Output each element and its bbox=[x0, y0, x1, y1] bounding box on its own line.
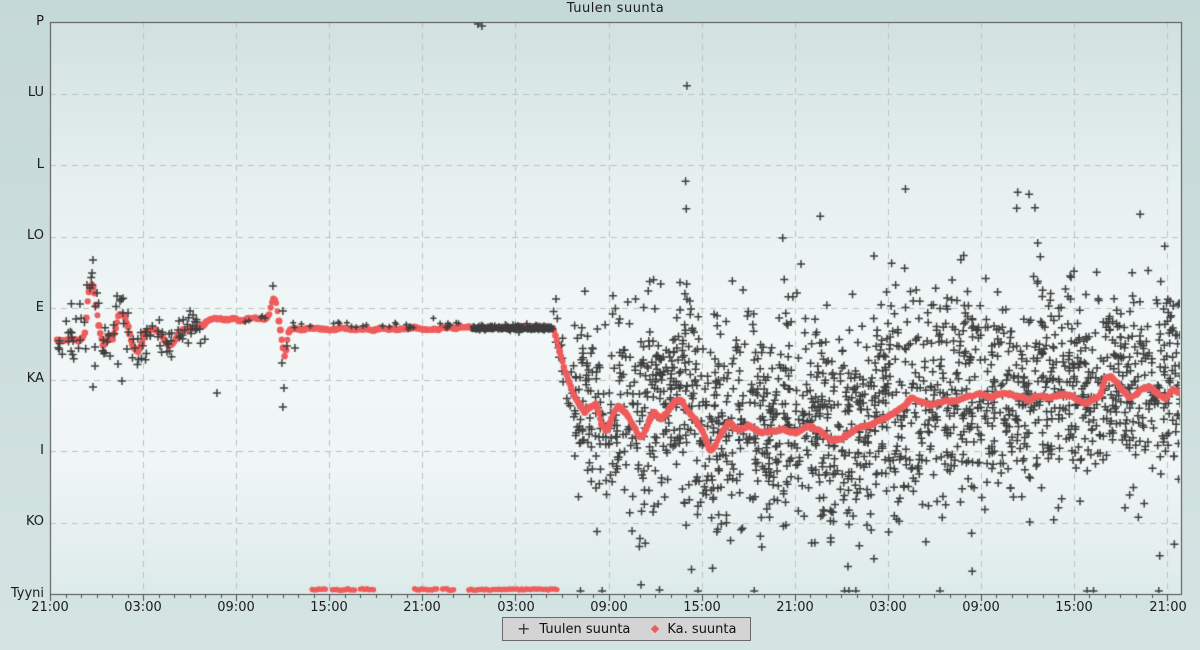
legend-item-wind-direction: + Tuulen suunta bbox=[517, 622, 630, 637]
x-tick-10: 09:00 bbox=[954, 600, 1008, 615]
plus-marker-icon: + bbox=[517, 624, 530, 634]
chart-legend: + Tuulen suunta Ka. suunta bbox=[502, 617, 751, 641]
x-tick-11: 15:00 bbox=[1047, 600, 1101, 615]
legend-item-avg-direction: Ka. suunta bbox=[652, 622, 736, 637]
y-tick-ka: KA bbox=[0, 371, 44, 386]
x-tick-1: 03:00 bbox=[116, 600, 170, 615]
x-tick-9: 03:00 bbox=[861, 600, 915, 615]
x-tick-3: 15:00 bbox=[302, 600, 356, 615]
x-tick-4: 21:00 bbox=[395, 600, 449, 615]
red-dot-marker-icon bbox=[651, 625, 659, 633]
y-tick-p: P bbox=[0, 14, 44, 29]
legend-label-wind: Tuulen suunta bbox=[539, 622, 630, 637]
x-tick-7: 15:00 bbox=[675, 600, 729, 615]
y-tick-tyyni: Tyyni bbox=[0, 586, 44, 601]
x-tick-5: 03:00 bbox=[489, 600, 543, 615]
legend-label-avg: Ka. suunta bbox=[667, 622, 736, 637]
y-tick-i: I bbox=[0, 443, 44, 458]
x-tick-8: 21:00 bbox=[768, 600, 822, 615]
y-tick-l: L bbox=[0, 157, 44, 172]
x-tick-12: 21:00 bbox=[1141, 600, 1195, 615]
chart-title: Tuulen suunta bbox=[50, 1, 1181, 16]
y-tick-lo: LO bbox=[0, 228, 44, 243]
x-tick-0: 21:00 bbox=[23, 600, 77, 615]
wind-direction-chart bbox=[0, 0, 1200, 650]
y-tick-e: E bbox=[0, 300, 44, 315]
x-tick-6: 09:00 bbox=[582, 600, 636, 615]
y-tick-lu: LU bbox=[0, 85, 44, 100]
y-tick-ko: KO bbox=[0, 514, 44, 529]
x-tick-2: 09:00 bbox=[209, 600, 263, 615]
wind-direction-panel: Tuulen suunta P LU L LO E KA I KO Tyyni … bbox=[0, 0, 1200, 650]
